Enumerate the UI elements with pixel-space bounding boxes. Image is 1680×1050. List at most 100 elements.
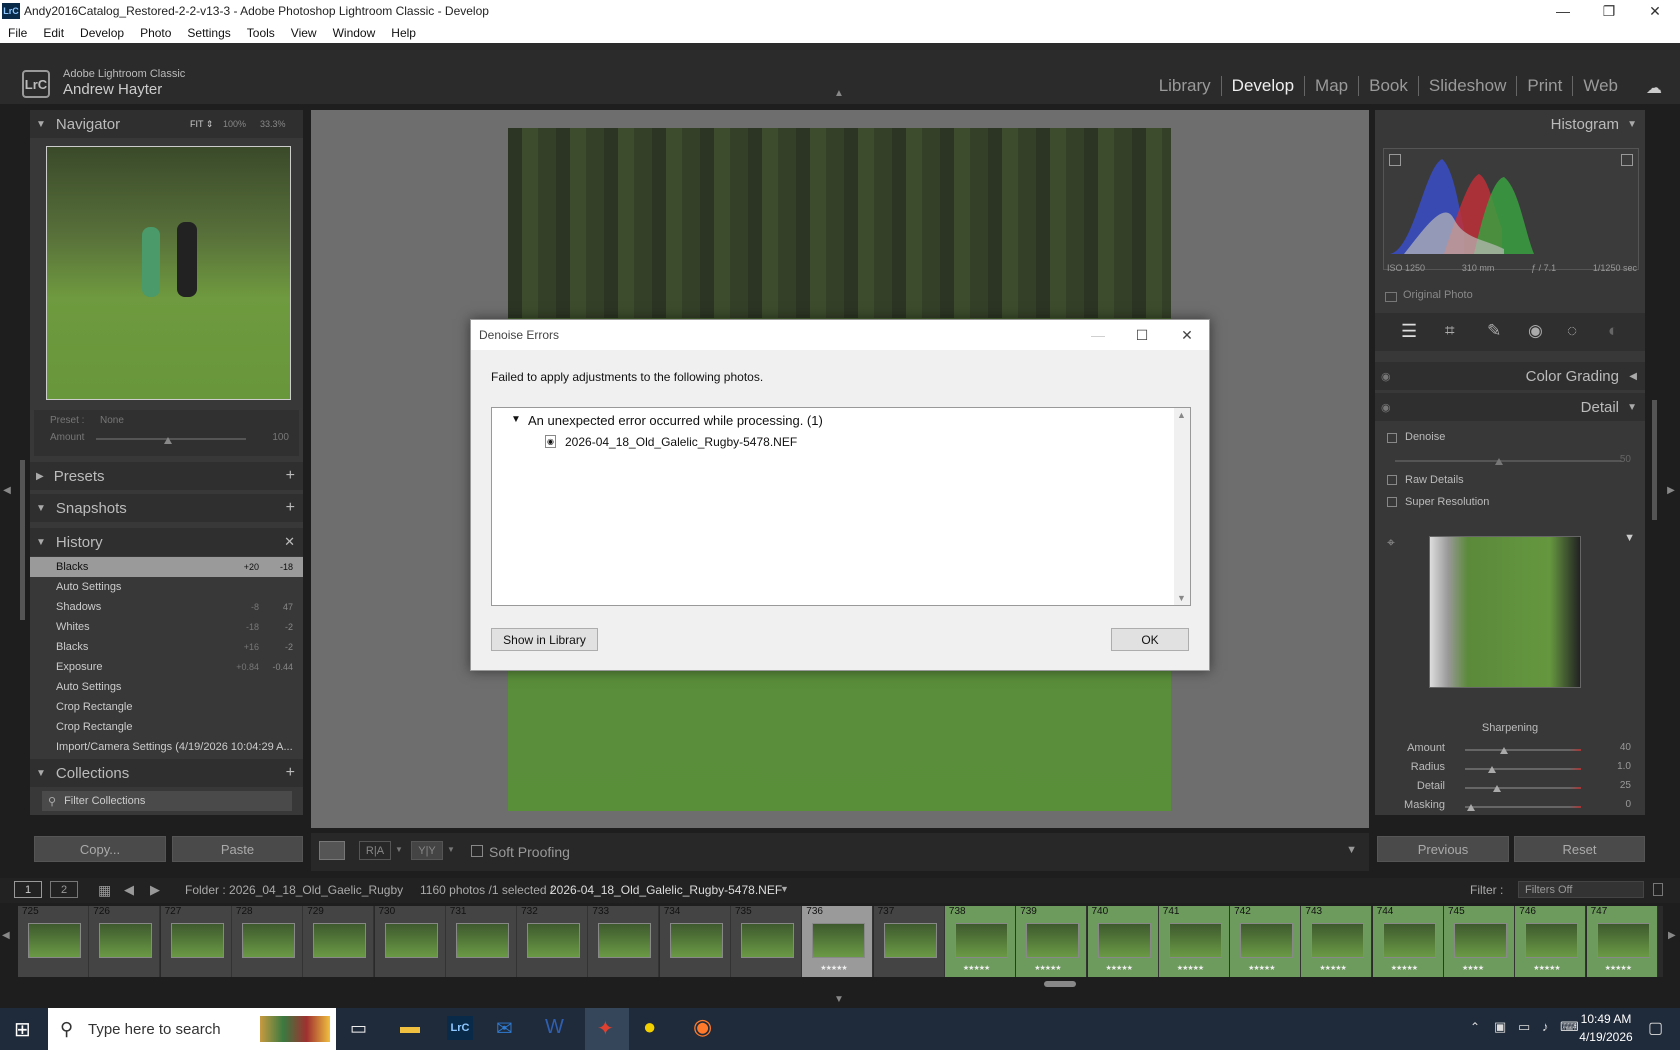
tray-chevron-icon[interactable]: ⌃ bbox=[1470, 1020, 1480, 1034]
before-after-yy-icon[interactable]: Y|Y bbox=[411, 841, 443, 860]
lens-blur-icon[interactable]: ◐ bbox=[1608, 321, 1618, 341]
denoise-slider[interactable] bbox=[1395, 460, 1621, 462]
heal-icon[interactable]: ✎ bbox=[1487, 321, 1501, 341]
scroll-up-icon[interactable]: ▲ bbox=[1177, 410, 1186, 420]
restore-icon[interactable]: ❐ bbox=[1586, 0, 1632, 22]
left-scrollbar[interactable] bbox=[20, 460, 25, 620]
module-library[interactable]: Library bbox=[1149, 76, 1222, 96]
highlight-clipping-icon[interactable] bbox=[1621, 154, 1633, 166]
crop-icon[interactable]: ⌗ bbox=[1445, 321, 1455, 341]
menu-tools[interactable]: Tools bbox=[247, 26, 275, 40]
show-in-library-button[interactable]: Show in Library bbox=[491, 628, 598, 651]
preview-toggle-icon[interactable]: ▼ bbox=[1624, 532, 1635, 544]
sharpening-masking-knob[interactable] bbox=[1466, 804, 1475, 811]
right-scrollbar[interactable] bbox=[1652, 400, 1657, 520]
filmstrip-thumb[interactable]: 727 bbox=[160, 906, 232, 977]
redeye-icon[interactable]: ◉ bbox=[1528, 321, 1543, 341]
history-row[interactable]: Import/Camera Settings (4/19/2026 10:04:… bbox=[30, 737, 303, 757]
collapse-bottom-icon[interactable]: ▼ bbox=[834, 994, 844, 1005]
reset-button[interactable]: Reset bbox=[1514, 836, 1645, 862]
error-file-label[interactable]: 2026-04_18_Old_Galelic_Rugby-5478.NEF bbox=[565, 435, 797, 449]
menu-window[interactable]: Window bbox=[333, 26, 376, 40]
menu-edit[interactable]: Edit bbox=[43, 26, 64, 40]
error-list[interactable]: ▼ An unexpected error occurred while pro… bbox=[491, 407, 1191, 606]
filmstrip-thumb[interactable]: 732 bbox=[517, 906, 589, 977]
history-header[interactable]: ▼ History ✕ bbox=[30, 528, 303, 556]
filmstrip-thumb[interactable]: 744 ★★★★★ bbox=[1372, 906, 1444, 977]
masking-icon[interactable]: ◌ bbox=[1567, 321, 1577, 341]
menu-develop[interactable]: Develop bbox=[80, 26, 124, 40]
dialog-close-icon[interactable]: ✕ bbox=[1165, 320, 1209, 350]
filename-dropdown-icon[interactable]: ▼ bbox=[780, 884, 789, 894]
previous-button[interactable]: Previous bbox=[1377, 836, 1509, 862]
firefox-icon[interactable]: ◉ bbox=[693, 1014, 712, 1040]
presets-header[interactable]: ▶ Presets + bbox=[30, 462, 303, 490]
sharpening-detail-slider[interactable] bbox=[1465, 787, 1581, 789]
filmstrip-scrollbar[interactable] bbox=[1044, 981, 1076, 987]
filter-select[interactable]: Filters Off bbox=[1518, 881, 1644, 898]
tray-icon[interactable]: ▣ bbox=[1494, 1019, 1506, 1035]
left-panel-toggle-icon[interactable]: ◀ bbox=[0, 460, 14, 520]
before-after-ra-icon[interactable]: R|A bbox=[359, 841, 391, 860]
original-photo-checkbox[interactable] bbox=[1385, 292, 1397, 302]
network-icon[interactable]: ▭ bbox=[1518, 1019, 1530, 1035]
navigator-preview[interactable] bbox=[46, 146, 291, 400]
zoom-fit[interactable]: FIT ⇕ bbox=[190, 119, 213, 130]
filmstrip-thumb[interactable]: 725 bbox=[18, 906, 89, 977]
filmstrip-thumb[interactable]: 742 ★★★★★ bbox=[1230, 906, 1302, 977]
view-1-button[interactable]: 1 bbox=[14, 881, 42, 898]
filmstrip-thumb[interactable]: 737 bbox=[873, 906, 945, 977]
active-app-icon[interactable]: ✦ bbox=[597, 1016, 614, 1041]
module-slideshow[interactable]: Slideshow bbox=[1419, 76, 1518, 96]
filmstrip-thumb[interactable]: 736 ★★★★★ bbox=[802, 906, 874, 977]
filmstrip-thumb[interactable]: 726 bbox=[89, 906, 161, 977]
expand-tree-icon[interactable]: ▼ bbox=[511, 414, 521, 425]
filmstrip-thumb[interactable]: 734 bbox=[659, 906, 731, 977]
amount-knob[interactable] bbox=[164, 437, 172, 444]
history-row[interactable]: Crop Rectangle bbox=[30, 717, 303, 737]
history-row[interactable]: Auto Settings bbox=[30, 577, 303, 597]
word-icon[interactable]: W bbox=[545, 1016, 564, 1039]
filename[interactable]: 2026-04_18_Old_Galelic_Rugby-5478.NEF bbox=[550, 883, 782, 897]
history-row[interactable]: Auto Settings bbox=[30, 677, 303, 697]
scroll-down-icon[interactable]: ▼ bbox=[1177, 593, 1186, 603]
ok-button[interactable]: OK bbox=[1111, 628, 1189, 651]
target-icon[interactable]: ⌖ bbox=[1387, 534, 1395, 551]
history-row[interactable]: Blacks +20 -18 bbox=[30, 557, 303, 577]
navigator-header[interactable]: ▼ Navigator FIT ⇕ 100% 33.3% bbox=[30, 110, 303, 138]
task-view-icon[interactable]: ▭ bbox=[350, 1018, 367, 1039]
filter-lock-icon[interactable] bbox=[1653, 883, 1663, 896]
visibility-eye-icon[interactable]: ◉ bbox=[1381, 401, 1391, 414]
snapshots-header[interactable]: ▼ Snapshots + bbox=[30, 494, 303, 522]
visibility-eye-icon[interactable]: ◉ bbox=[1381, 370, 1391, 383]
filmstrip-thumb[interactable]: 735 bbox=[731, 906, 802, 977]
clock-date[interactable]: 4/19/2026 bbox=[1570, 1030, 1642, 1044]
cloud-icon[interactable]: ☁ bbox=[1646, 78, 1662, 98]
zoom-custom[interactable]: 33.3% bbox=[260, 119, 286, 129]
filmstrip-thumb[interactable]: 728 bbox=[231, 906, 303, 977]
denoise-checkbox[interactable] bbox=[1387, 433, 1397, 443]
denoise-knob[interactable] bbox=[1495, 458, 1503, 465]
sharpening-radius-knob[interactable] bbox=[1487, 766, 1496, 773]
filmstrip-thumb[interactable]: 747 ★★★★★ bbox=[1586, 906, 1658, 977]
filmstrip-left-icon[interactable]: ◀ bbox=[2, 930, 10, 941]
dropdown-icon[interactable]: ▼ bbox=[447, 845, 455, 854]
back-arrow-icon[interactable]: ◀ bbox=[124, 882, 134, 898]
paste-button[interactable]: Paste bbox=[172, 836, 303, 862]
filmstrip-thumb[interactable]: 739 ★★★★★ bbox=[1016, 906, 1088, 977]
loupe-view-icon[interactable] bbox=[319, 841, 345, 860]
color-grading-header[interactable]: ◉ Color Grading ◀ bbox=[1375, 362, 1645, 390]
histogram[interactable] bbox=[1383, 148, 1639, 270]
filmstrip-thumb[interactable]: 746 ★★★★★ bbox=[1515, 906, 1587, 977]
detail-header[interactable]: ◉ Detail ▼ bbox=[1375, 393, 1645, 421]
history-row[interactable]: Shadows -8 47 bbox=[30, 597, 303, 617]
list-scrollbar[interactable]: ▲ ▼ bbox=[1174, 408, 1190, 605]
filmstrip-thumb[interactable]: 740 ★★★★★ bbox=[1087, 906, 1159, 977]
q-app-icon[interactable]: ● bbox=[643, 1014, 656, 1040]
menu-file[interactable]: File bbox=[8, 26, 27, 40]
taskbar-search-input[interactable]: ⚲ Type here to search bbox=[48, 1008, 336, 1050]
filmstrip-thumb[interactable]: 733 bbox=[588, 906, 660, 977]
menu-view[interactable]: View bbox=[291, 26, 317, 40]
forward-arrow-icon[interactable]: ▶ bbox=[150, 882, 160, 898]
filmstrip-thumb[interactable]: 730 bbox=[374, 906, 446, 977]
